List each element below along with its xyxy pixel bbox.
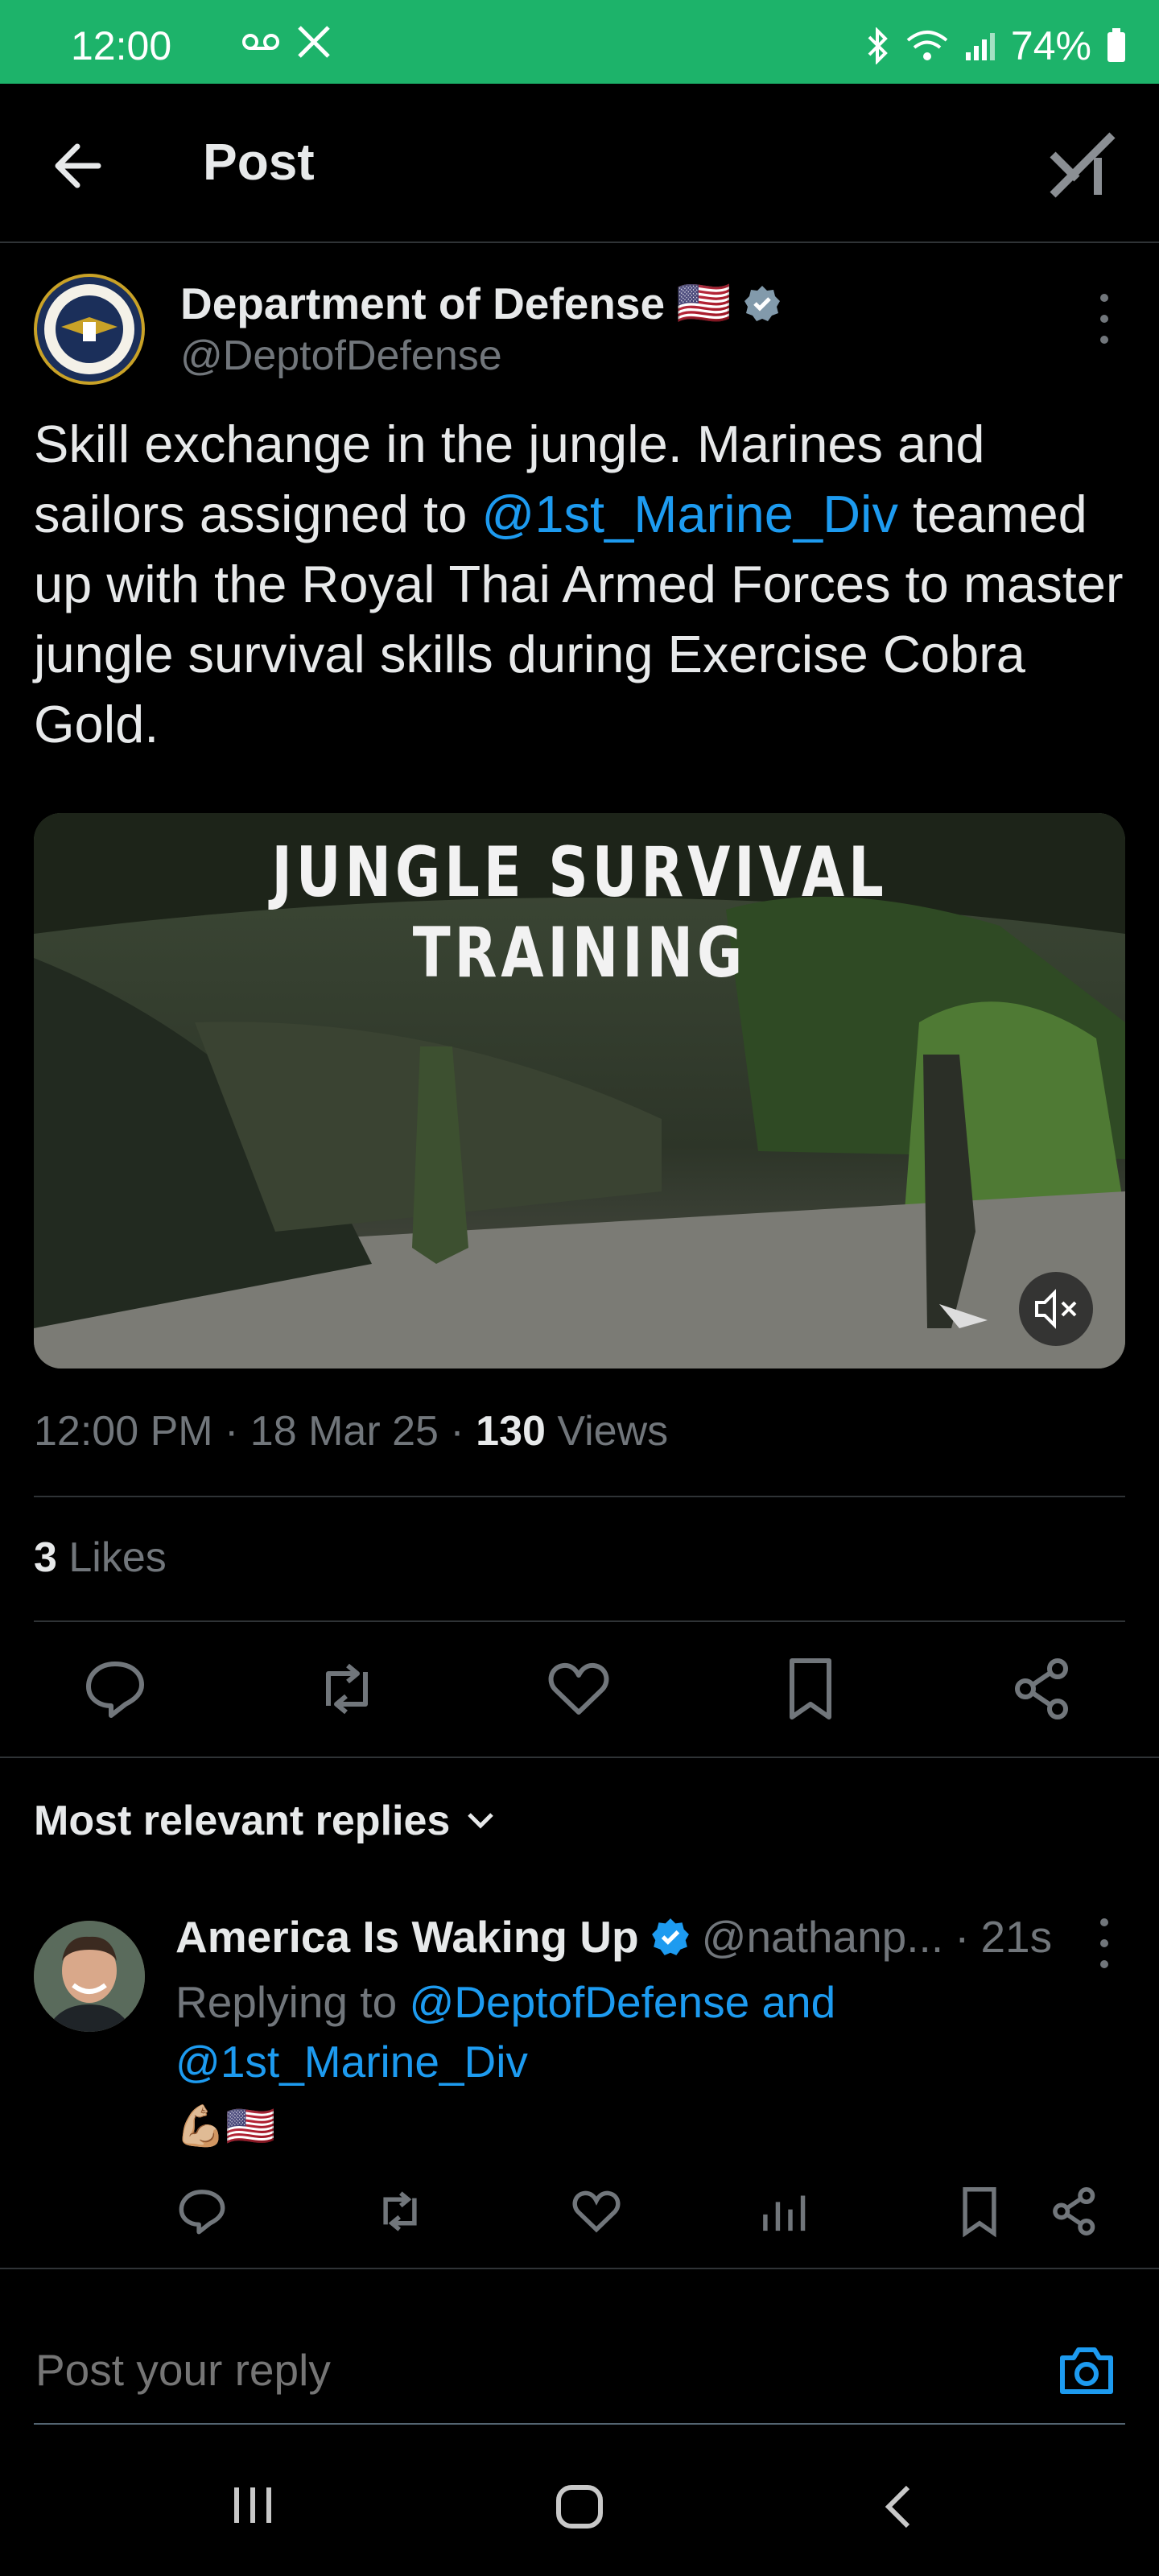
video-title-overlay: JUNGLE SURVIVAL TRAINING (271, 832, 888, 993)
replying-prefix: Replying to (175, 1977, 410, 2027)
bookmark-icon[interactable] (774, 1653, 847, 1725)
author-name[interactable]: Department of Defense (180, 278, 665, 329)
like-icon[interactable] (542, 1653, 615, 1725)
reply-time: 21s (980, 1912, 1053, 1962)
home-icon[interactable] (555, 2484, 604, 2529)
user-photo (34, 1921, 145, 2032)
reply-views-icon[interactable] (757, 2183, 813, 2240)
reply-content: 💪🏼🇺🇸 (175, 2103, 276, 2149)
mute-button[interactable] (1019, 1272, 1093, 1346)
top-app-bar: Post (0, 84, 1159, 243)
author-avatar[interactable] (34, 274, 145, 385)
flag-emoji: 🇺🇸 (676, 278, 732, 328)
status-time: 12:00 (71, 23, 172, 68)
likes-count: 3 (34, 1534, 57, 1581)
reply-share-icon[interactable] (1046, 2183, 1103, 2240)
views-label: Views (557, 1408, 669, 1455)
reply-reply-icon[interactable] (174, 2183, 230, 2240)
reply-bookmark-icon[interactable] (951, 2183, 1008, 2240)
recents-icon[interactable] (230, 2484, 275, 2526)
reply-author-name[interactable]: America Is Waking Up (175, 1911, 639, 1963)
reply-like-icon[interactable] (568, 2183, 625, 2240)
divider (34, 1496, 1125, 1497)
likes-row[interactable]: 3 Likes (34, 1534, 167, 1582)
reply-more-options-icon[interactable] (1088, 1911, 1120, 1975)
reply-input[interactable] (34, 2343, 1003, 2396)
page-title: Post (203, 133, 315, 191)
more-options-icon[interactable] (1088, 287, 1120, 351)
signal-icon (965, 33, 995, 60)
repost-icon[interactable] (311, 1653, 383, 1725)
back-nav-icon[interactable] (882, 2484, 914, 2529)
video-player[interactable]: JUNGLE SURVIVAL TRAINING (34, 813, 1125, 1368)
wifi-icon (906, 31, 948, 60)
reply-author-row[interactable]: America Is Waking Up @nathanp... · 21s (175, 1911, 1052, 1963)
camera-icon[interactable] (1054, 2339, 1119, 2403)
muted-speaker-icon (1035, 1289, 1077, 1329)
mention-link[interactable]: @1st_Marine_Div (481, 485, 898, 543)
replying-to: Replying to @DeptofDefense and @1st_Mari… (175, 1972, 980, 2091)
voicemail-icon (242, 34, 279, 50)
post-date: 18 Mar 25 (250, 1408, 439, 1455)
share-icon[interactable] (1006, 1653, 1079, 1725)
battery-icon (1107, 28, 1125, 62)
replies-sort-label: Most relevant replies (34, 1798, 451, 1844)
section-divider (0, 2268, 1159, 2269)
replies-sort-dropdown[interactable]: Most relevant replies (34, 1797, 495, 1845)
grok-icon[interactable] (1048, 130, 1117, 200)
system-nav-bar (0, 2425, 1159, 2576)
separator-dot: · (955, 1912, 970, 1962)
chevron-down-icon (468, 1813, 494, 1829)
divider (34, 1620, 1125, 1622)
author-name-row[interactable]: Department of Defense 🇺🇸 (180, 277, 782, 329)
verified-gray-icon (744, 285, 780, 321)
bluetooth-icon (868, 27, 888, 64)
views-count: 130 (476, 1408, 546, 1455)
reply-repost-icon[interactable] (372, 2183, 428, 2240)
back-arrow-icon[interactable] (48, 134, 113, 198)
post-meta: 12:00 PM · 18 Mar 25 · 130 Views (34, 1408, 669, 1455)
reply-author-handle[interactable]: @nathanp... (702, 1911, 944, 1963)
post-text: Skill exchange in the jungle. Marines an… (34, 409, 1136, 759)
section-divider (0, 1757, 1159, 1758)
reply-composer (0, 2298, 1159, 2427)
status-bar: 12:00 74% (0, 0, 1159, 84)
x-icon (298, 26, 330, 58)
likes-label: Likes (68, 1534, 167, 1581)
battery-percent: 74% (1010, 23, 1091, 68)
author-handle[interactable]: @DeptofDefense (180, 332, 502, 380)
verified-badge-icon (651, 1918, 689, 1955)
seal-icon (44, 284, 134, 374)
post-time: 12:00 PM (34, 1408, 213, 1455)
reply-icon[interactable] (79, 1653, 151, 1725)
reply-avatar[interactable] (34, 1921, 145, 2032)
